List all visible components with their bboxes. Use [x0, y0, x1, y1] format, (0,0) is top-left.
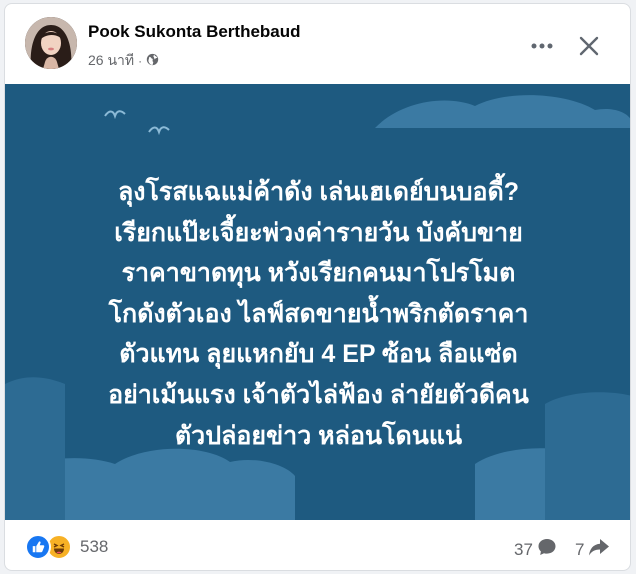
- reactions-summary[interactable]: 538: [25, 534, 108, 560]
- share-count-button[interactable]: 7: [575, 537, 610, 562]
- post-footer: 538 37 7: [5, 520, 630, 570]
- globe-icon: [146, 53, 159, 69]
- share-count: 7: [575, 539, 585, 559]
- post-headline: ลุงโรสแฉแม่ค้าดัง เล่นเฮเดย์บนบอดี้? เรี…: [5, 172, 630, 456]
- headline-line: ลุงโรสแฉแม่ค้าดัง เล่นเฮเดย์บนบอดี้?: [117, 178, 520, 206]
- author-name[interactable]: Pook Sukonta Berthebaud: [88, 22, 301, 42]
- avatar-image: [25, 17, 77, 69]
- post-card: Pook Sukonta Berthebaud 26 นาที · ลุงโรส…: [4, 3, 631, 571]
- headline-line: โกดังตัวเอง ไลฟ์สดขายน้ำพริกตัดราคา: [108, 299, 529, 328]
- reaction-count: 538: [80, 537, 109, 556]
- headline-line: เรียกแป๊ะเจี้ยะพ่วงค่ารายวัน บังคับขาย: [114, 218, 523, 247]
- more-horizontal-icon: [531, 43, 553, 49]
- headline-line: ตัวแทน ลุยแหกยับ 4 EP ซ้อน ลือแซ่ด: [119, 340, 518, 369]
- post-image[interactable]: ลุงโรสแฉแม่ค้าดัง เล่นเฮเดย์บนบอดี้? เรี…: [5, 84, 630, 520]
- share-icon: [588, 537, 610, 562]
- headline-line: ตัวปล่อยข่าว หล่อนโดนแน่: [174, 421, 463, 450]
- comment-count-button[interactable]: 37: [514, 537, 557, 562]
- comment-icon: [537, 537, 557, 562]
- headline-line: อย่าเม้นแรง เจ้าตัวไล่ฟ้อง ล่ายัยตัวดีคน: [108, 380, 529, 409]
- post-timestamp[interactable]: 26 นาที: [88, 50, 134, 72]
- more-options-button[interactable]: [527, 31, 557, 61]
- post-header: Pook Sukonta Berthebaud 26 นาที ·: [5, 4, 630, 84]
- author-avatar[interactable]: [25, 17, 77, 69]
- meta-separator: ·: [138, 54, 143, 68]
- close-button[interactable]: [571, 28, 607, 64]
- comment-count: 37: [514, 539, 533, 559]
- close-icon: [579, 36, 599, 56]
- post-meta: 26 นาที ·: [88, 50, 159, 72]
- like-icon: [25, 534, 51, 560]
- headline-line: ราคาขาดทุน หวังเรียกคนมาโปรโมต: [121, 259, 516, 288]
